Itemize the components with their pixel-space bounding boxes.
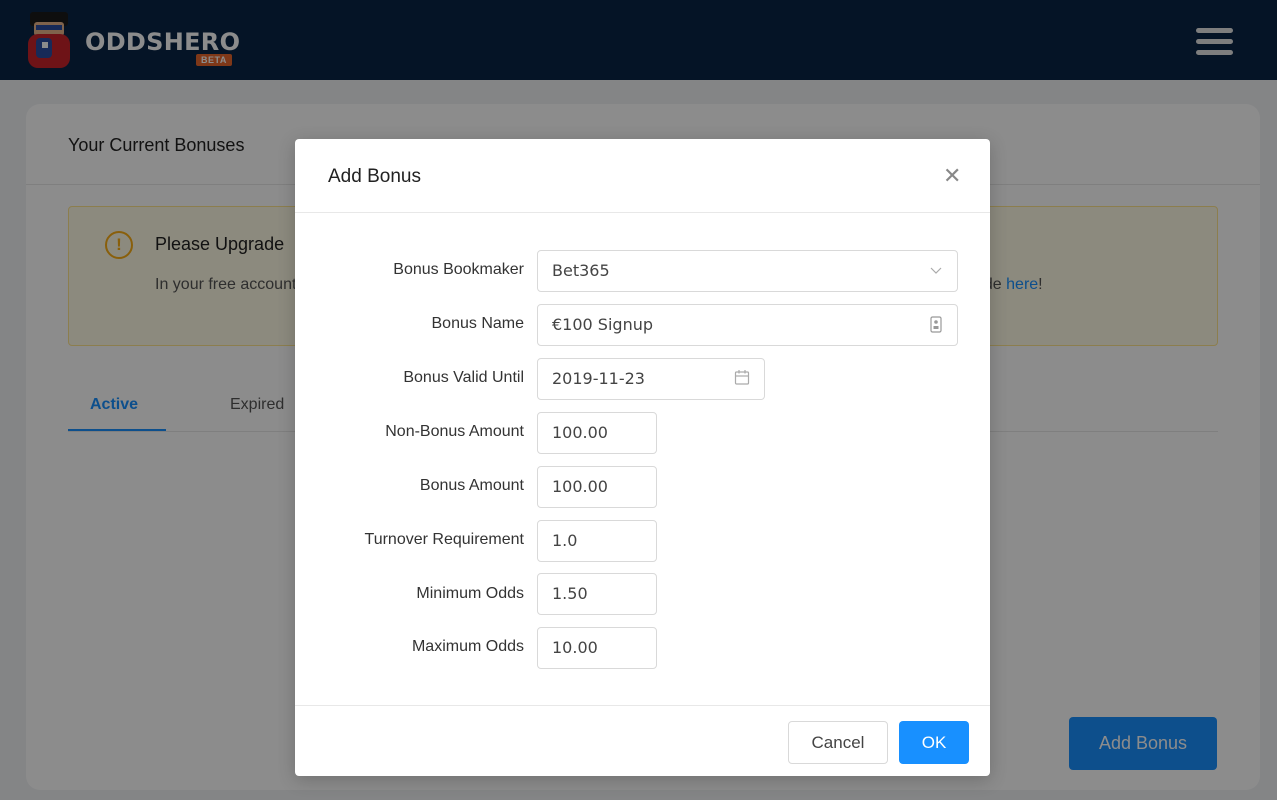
ok-button[interactable]: OK <box>899 721 969 764</box>
valid-until-value: 2019-11-23 <box>552 369 645 388</box>
label-max-odds: Maximum Odds <box>411 638 524 655</box>
min-odds-input[interactable]: 1.50 <box>537 573 657 615</box>
label-turnover: Turnover Requirement <box>364 531 524 548</box>
label-valid-until: Bonus Valid Until <box>403 369 524 386</box>
label-bonus-amount: Bonus Amount <box>419 477 524 494</box>
bonus-name-input[interactable]: €100 Signup <box>537 304 958 346</box>
turnover-input[interactable]: 1.0 <box>537 520 657 562</box>
bookmaker-value: Bet365 <box>552 261 610 280</box>
max-odds-input[interactable]: 10.00 <box>537 627 657 669</box>
label-bonus-name: Bonus Name <box>431 315 525 332</box>
bonus-name-value: €100 Signup <box>552 315 653 334</box>
valid-until-datepicker[interactable]: 2019-11-23 <box>537 358 765 400</box>
calendar-icon <box>734 359 750 414</box>
label-min-odds: Minimum Odds <box>416 585 524 602</box>
non-bonus-amount-input[interactable]: 100.00 <box>537 412 657 454</box>
contact-card-icon <box>929 305 943 360</box>
divider <box>295 212 990 213</box>
label-non-bonus-amount: Non-Bonus Amount <box>385 423 524 440</box>
label-bookmaker: Bonus Bookmaker <box>393 261 524 278</box>
close-icon[interactable]: ✕ <box>943 163 961 189</box>
chevron-down-icon <box>929 251 943 306</box>
modal-title: Add Bonus <box>328 166 421 187</box>
cancel-button[interactable]: Cancel <box>788 721 888 764</box>
divider <box>295 705 990 706</box>
bookmaker-select[interactable]: Bet365 <box>537 250 958 292</box>
bonus-amount-input[interactable]: 100.00 <box>537 466 657 508</box>
add-bonus-modal: Add Bonus ✕ Bonus Bookmaker Bet365 Bonus… <box>295 139 990 776</box>
